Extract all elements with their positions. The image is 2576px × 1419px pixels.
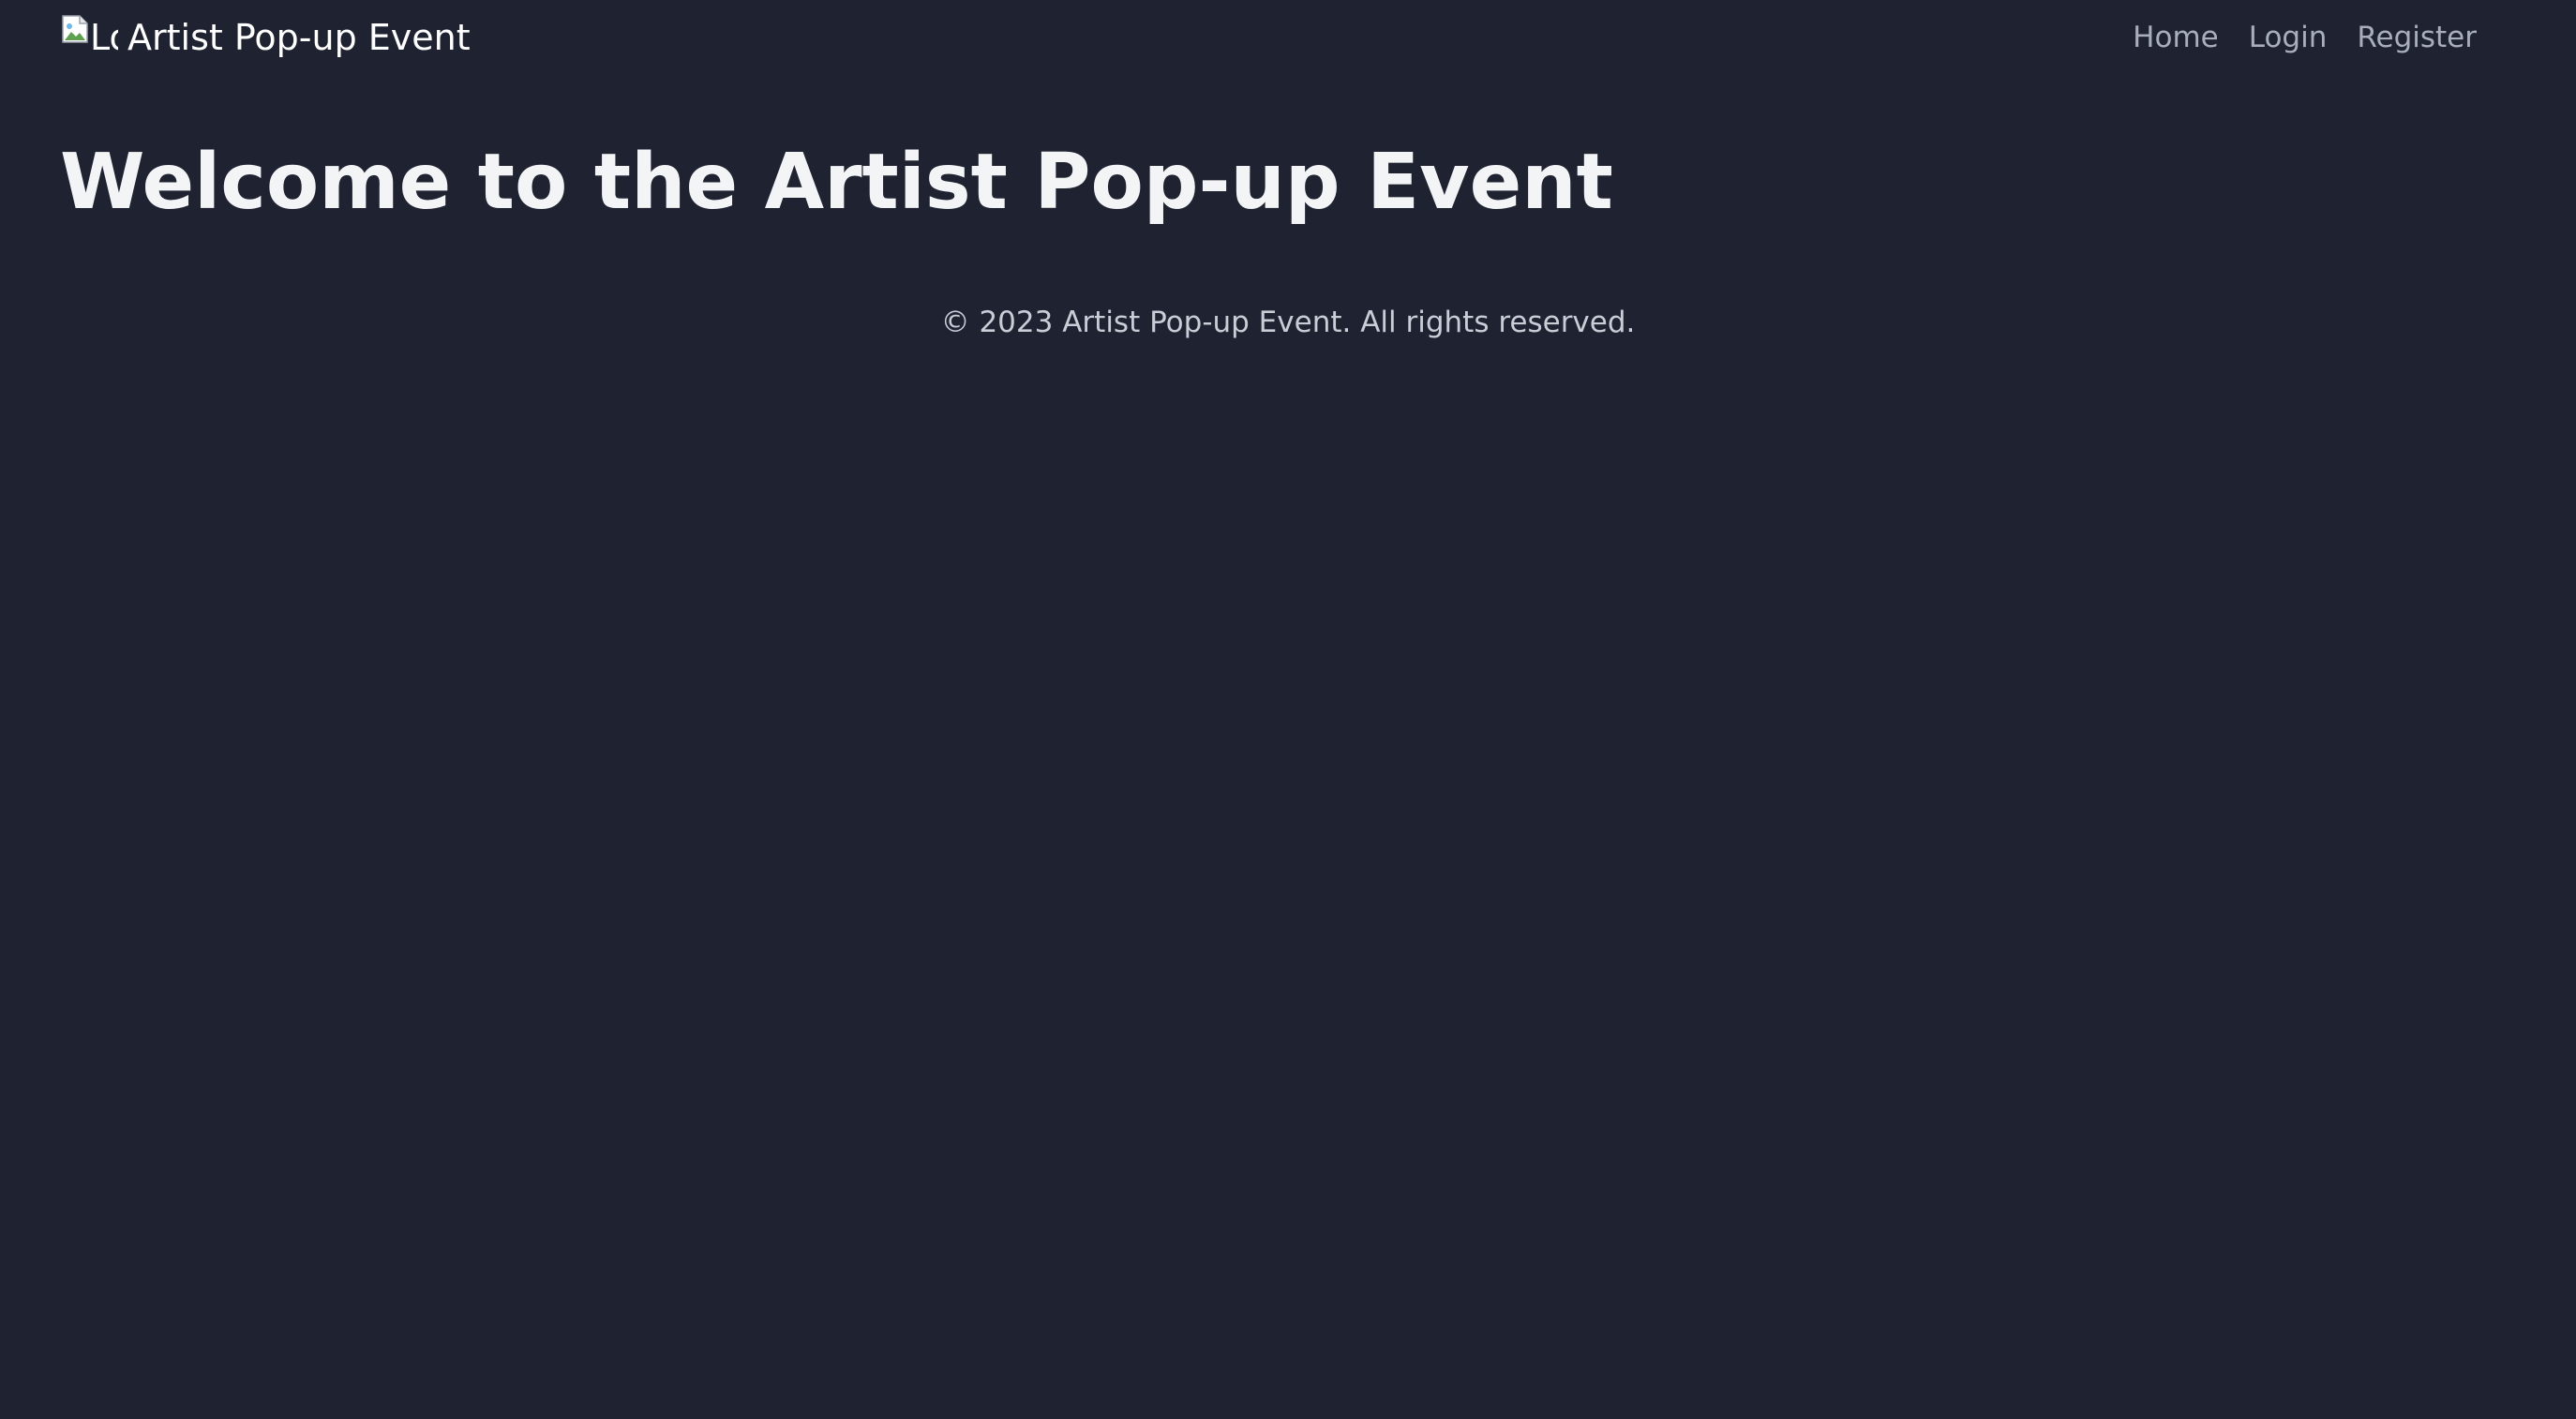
site-footer: © 2023 Artist Pop-up Event. All rights r…: [0, 298, 2576, 347]
brand[interactable]: Logo Artist Pop-up Event: [62, 7, 471, 67]
nav-link-register[interactable]: Register: [2357, 21, 2477, 54]
page-title: Welcome to the Artist Pop-up Event: [60, 138, 1613, 227]
nav-link-home[interactable]: Home: [2133, 21, 2219, 54]
site-header: Logo Artist Pop-up Event Home Login Regi…: [0, 0, 2576, 77]
brand-title[interactable]: Artist Pop-up Event: [127, 7, 471, 67]
logo-image[interactable]: Logo: [62, 13, 118, 62]
broken-image-icon: [62, 15, 88, 43]
nav-link-login[interactable]: Login: [2249, 21, 2328, 54]
main-nav: Home Login Register: [2133, 9, 2477, 66]
copyright-text: © 2023 Artist Pop-up Event. All rights r…: [940, 306, 1636, 339]
logo-alt-text: Logo: [90, 17, 118, 58]
